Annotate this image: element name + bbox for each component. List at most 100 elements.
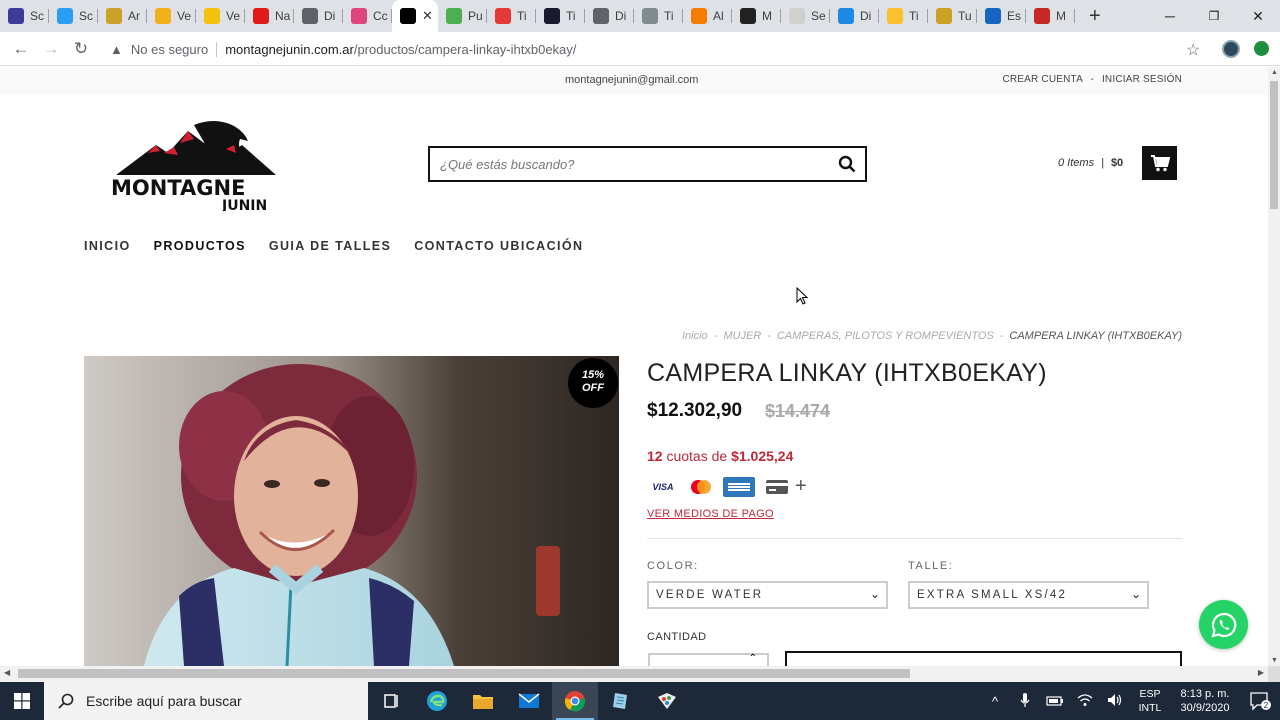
nav-guia-de-talles[interactable]: GUIA DE TALLES <box>269 239 391 253</box>
cart-button[interactable] <box>1142 146 1178 180</box>
installment-amount: $1.025,24 <box>731 448 794 464</box>
mastercard-icon <box>685 477 717 497</box>
browser-tab[interactable]: Ti <box>634 0 683 32</box>
notepad-icon[interactable] <box>598 682 644 720</box>
payment-methods-link[interactable]: VER MEDIOS DE PAGO <box>647 508 774 520</box>
browser-tab[interactable]: ✕ <box>392 0 438 32</box>
quantity-stepper[interactable]: ⌃ <box>648 653 769 666</box>
browser-tab[interactable]: Es <box>977 0 1026 32</box>
browser-tab[interactable]: Cc <box>343 0 392 32</box>
battery-icon[interactable] <box>1040 694 1070 709</box>
search-input[interactable] <box>430 149 829 179</box>
tab-label: Ti <box>566 9 576 23</box>
scroll-right-icon[interactable]: ▶ <box>1258 668 1264 677</box>
browser-tab[interactable]: Di <box>294 0 343 32</box>
payment-methods: VISA + <box>647 475 807 498</box>
mail-icon[interactable] <box>506 682 552 720</box>
forward-icon[interactable]: → <box>36 39 66 59</box>
color-label: COLOR: <box>647 560 699 572</box>
smiley-icon <box>155 8 171 24</box>
extension-icon[interactable] <box>1254 41 1269 56</box>
paint-icon[interactable] <box>644 682 690 720</box>
whatsapp-button[interactable] <box>1199 600 1248 649</box>
windows-start-icon[interactable] <box>0 682 44 720</box>
browser-tab[interactable]: Ti <box>536 0 585 32</box>
taskbar-search[interactable]: Escribe aquí para buscar <box>44 682 368 720</box>
browser-tab[interactable]: Ve <box>147 0 196 32</box>
cart-summary[interactable]: 0 Items | $0 <box>1058 146 1178 180</box>
create-account-link[interactable]: CREAR CUENTA <box>1002 74 1082 85</box>
scroll-left-icon[interactable]: ◀ <box>4 668 10 677</box>
wifi-icon[interactable] <box>1070 693 1100 710</box>
bookmark-star-icon[interactable]: ☆ <box>1186 40 1200 60</box>
chrome-icon[interactable] <box>552 682 598 720</box>
address-bar[interactable]: ▲ No es seguro montagnejunin.com.ar/prod… <box>104 35 1214 63</box>
browser-tab[interactable]: Al <box>683 0 732 32</box>
breadcrumb-item-mujer[interactable]: MUJER <box>723 330 761 342</box>
login-link[interactable]: INICIAR SESIÓN <box>1102 74 1182 85</box>
browser-tab[interactable]: Ve <box>196 0 245 32</box>
close-tab-icon[interactable]: ✕ <box>422 8 433 24</box>
breadcrumb-item-inicio[interactable]: Inicio <box>682 330 708 342</box>
browser-tab[interactable]: Ti <box>879 0 928 32</box>
close-window-button[interactable]: ✕ <box>1236 0 1280 32</box>
notification-center-icon[interactable]: 2 <box>1240 691 1280 711</box>
chrome-icon <box>204 8 220 24</box>
new-tab-button[interactable]: + <box>1089 5 1101 28</box>
installments-info: 12 cuotas de $1.025,24 <box>647 448 793 464</box>
clock[interactable]: 8:13 p. m. 30/9/2020 <box>1170 687 1240 715</box>
chevron-up-icon[interactable]: ⌃ <box>749 653 757 664</box>
browser-tab[interactable]: Se <box>781 0 830 32</box>
scroll-up-icon[interactable]: ▲ <box>1271 69 1278 76</box>
browser-tab[interactable]: Pu <box>438 0 487 32</box>
volume-icon[interactable] <box>1100 693 1130 710</box>
add-to-cart-button[interactable] <box>785 651 1182 666</box>
keyboard-layout: INTL <box>1138 702 1162 714</box>
size-select[interactable]: EXTRA SMALL XS/42 ⌄ <box>908 581 1149 609</box>
contact-email[interactable]: montagnejunin@gmail.com <box>565 74 698 86</box>
scroll-down-icon[interactable]: ▼ <box>1271 657 1278 664</box>
restore-button[interactable]: ❐ <box>1192 0 1236 32</box>
chevron-up-icon[interactable]: ^ <box>980 694 1010 709</box>
browser-tab[interactable]: Tu <box>928 0 977 32</box>
whatsapp-icon <box>1210 612 1236 638</box>
discount-off: OFF <box>582 382 604 394</box>
cart-icon <box>1150 155 1170 172</box>
cloud-icon <box>838 8 854 24</box>
browser-tab[interactable]: Di <box>585 0 634 32</box>
task-view-icon[interactable] <box>368 682 414 720</box>
browser-tab[interactable]: Ar <box>98 0 147 32</box>
more-payments-icon: + <box>795 475 807 497</box>
browser-tab[interactable]: Sc <box>49 0 98 32</box>
nav-inicio[interactable]: INICIO <box>84 239 131 253</box>
card-icon <box>761 477 793 497</box>
back-icon[interactable]: ← <box>6 39 36 59</box>
browser-tab[interactable]: Na <box>245 0 294 32</box>
browser-tab[interactable]: Di <box>830 0 879 32</box>
browser-tab[interactable]: Sc <box>0 0 49 32</box>
nav-contacto-ubicacion[interactable]: CONTACTO UBICACIÓN <box>414 239 583 253</box>
browser-tab[interactable]: M <box>732 0 781 32</box>
edge-icon[interactable] <box>414 682 460 720</box>
scrollbar-thumb[interactable] <box>1270 81 1278 209</box>
microphone-icon[interactable] <box>1010 692 1040 711</box>
file-explorer-icon[interactable] <box>460 682 506 720</box>
horizontal-scrollbar[interactable]: ◀ ▶ <box>0 666 1268 682</box>
language-indicator[interactable]: ESP INTL <box>1130 687 1170 715</box>
profile-avatar-icon[interactable] <box>1222 40 1240 58</box>
scrollbar-thumb[interactable] <box>18 669 910 678</box>
minimize-button[interactable]: ─ <box>1148 0 1192 32</box>
store-logo[interactable]: MONTAGNE JUNIN <box>108 119 294 211</box>
nav-productos[interactable]: PRODUCTOS <box>154 239 246 253</box>
security-label[interactable]: No es seguro <box>131 41 218 57</box>
reload-icon[interactable]: ↻ <box>66 39 96 59</box>
browser-tab[interactable]: Ti <box>487 0 536 32</box>
mouse-cursor-icon <box>796 287 809 305</box>
color-value: VERDE WATER <box>656 589 764 601</box>
product-image[interactable] <box>84 356 619 666</box>
browser-tab[interactable]: M <box>1026 0 1075 32</box>
search-icon[interactable] <box>829 155 865 173</box>
vertical-scrollbar[interactable]: ▲ ▼ <box>1268 67 1280 666</box>
color-select[interactable]: VERDE WATER ⌄ <box>647 581 888 609</box>
breadcrumb-item-category[interactable]: CAMPERAS, PILOTOS Y ROMPEVIENTOS <box>777 330 994 342</box>
